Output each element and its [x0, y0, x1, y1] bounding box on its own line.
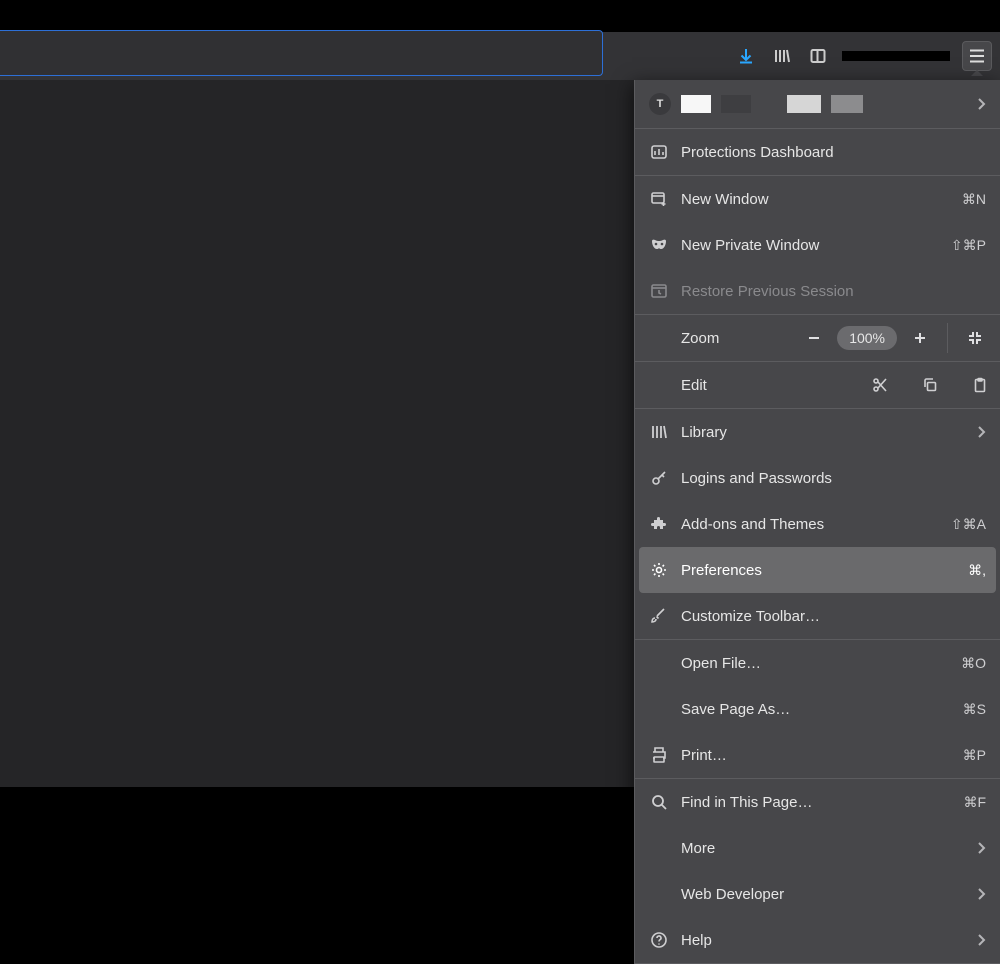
printer-icon	[649, 745, 669, 765]
menu-label: Protections Dashboard	[681, 144, 986, 161]
account-email-redacted	[787, 95, 821, 113]
sidebar-button[interactable]	[806, 44, 830, 68]
menu-label: Help	[681, 932, 969, 949]
menu-open-file[interactable]: Open File… ⌘O	[635, 640, 1000, 686]
clipboard-icon	[972, 377, 988, 393]
sidebar-icon	[809, 47, 827, 65]
titlebar-region	[0, 0, 1000, 32]
chevron-right-icon	[977, 97, 986, 111]
menu-label: Restore Previous Session	[681, 283, 986, 300]
hamburger-icon	[969, 49, 985, 63]
zoom-in-button[interactable]	[905, 323, 935, 353]
menu-label: Preferences	[681, 562, 960, 579]
zoom-label: Zoom	[681, 330, 791, 347]
menu-library[interactable]: Library	[635, 409, 1000, 455]
menu-help[interactable]: Help	[635, 917, 1000, 963]
app-menu-button[interactable]	[962, 41, 992, 71]
menu-shortcut: ⌘O	[961, 655, 986, 672]
paintbrush-icon	[649, 606, 669, 626]
chevron-right-icon	[977, 887, 986, 901]
account-email-redacted	[831, 95, 863, 113]
account-avatar: T	[649, 93, 671, 115]
help-icon	[649, 930, 669, 950]
submenu-chevron	[977, 841, 986, 855]
menu-label: Save Page As…	[681, 701, 955, 718]
menu-shortcut: ⌘,	[968, 562, 986, 579]
menu-new-window[interactable]: New Window ⌘N	[635, 176, 1000, 222]
menu-edit-row: Edit	[635, 362, 1000, 408]
restore-icon	[649, 281, 669, 301]
chevron-right-icon	[977, 841, 986, 855]
window-plus-icon	[649, 189, 669, 209]
extension-area-placeholder	[842, 51, 950, 61]
search-icon	[649, 792, 669, 812]
menu-shortcut: ⌘P	[963, 747, 986, 764]
menu-label: Web Developer	[681, 886, 969, 903]
menu-web-developer[interactable]: Web Developer	[635, 871, 1000, 917]
menu-label: Customize Toolbar…	[681, 608, 986, 625]
menu-shortcut: ⇧⌘P	[951, 237, 986, 254]
submenu-chevron	[977, 887, 986, 901]
menu-shortcut: ⌘F	[963, 794, 986, 811]
chevron-right-icon	[977, 425, 986, 439]
menu-shortcut: ⌘N	[962, 191, 986, 208]
menu-find-in-page[interactable]: Find in This Page… ⌘F	[635, 779, 1000, 825]
account-name-redacted	[721, 95, 751, 113]
cut-button[interactable]	[870, 375, 890, 395]
menu-more[interactable]: More	[635, 825, 1000, 871]
app-menu-panel: T Protections Dashboard New Window ⌘N Ne…	[634, 80, 1000, 964]
key-icon	[649, 468, 669, 488]
zoom-divider	[947, 323, 948, 353]
menu-label: Logins and Passwords	[681, 470, 986, 487]
menu-new-private-window[interactable]: New Private Window ⇧⌘P	[635, 222, 1000, 268]
copy-icon	[922, 377, 938, 393]
menu-print[interactable]: Print… ⌘P	[635, 732, 1000, 778]
menu-label: More	[681, 840, 969, 857]
zoom-out-button[interactable]	[799, 323, 829, 353]
menu-shortcut: ⇧⌘A	[951, 516, 986, 533]
account-chevron	[977, 97, 986, 111]
fullscreen-contract-icon	[967, 330, 983, 346]
library-icon	[773, 47, 791, 65]
menu-save-page-as[interactable]: Save Page As… ⌘S	[635, 686, 1000, 732]
paste-button[interactable]	[970, 375, 990, 395]
library-icon	[649, 422, 669, 442]
menu-shortcut: ⌘S	[963, 701, 986, 718]
dashboard-icon	[649, 142, 669, 162]
gear-icon	[649, 560, 669, 580]
url-bar[interactable]	[0, 30, 603, 76]
chevron-right-icon	[977, 933, 986, 947]
puzzle-icon	[649, 514, 669, 534]
copy-button[interactable]	[920, 375, 940, 395]
minus-icon	[807, 331, 821, 345]
menu-label: New Window	[681, 191, 954, 208]
firefox-account-row[interactable]: T	[635, 80, 1000, 128]
menu-restore-session: Restore Previous Session	[635, 268, 1000, 314]
library-button[interactable]	[770, 44, 794, 68]
menu-label: Open File…	[681, 655, 953, 672]
menu-addons-themes[interactable]: Add-ons and Themes ⇧⌘A	[635, 501, 1000, 547]
menu-customize-toolbar[interactable]: Customize Toolbar…	[635, 593, 1000, 639]
submenu-chevron	[977, 425, 986, 439]
menu-logins-passwords[interactable]: Logins and Passwords	[635, 455, 1000, 501]
menu-label: Library	[681, 424, 969, 441]
menu-label: Print…	[681, 747, 955, 764]
zoom-reset-button[interactable]: 100%	[837, 326, 897, 350]
mask-icon	[649, 235, 669, 255]
menu-protections-dashboard[interactable]: Protections Dashboard	[635, 129, 1000, 175]
menu-label: Add-ons and Themes	[681, 516, 943, 533]
scissors-icon	[872, 377, 888, 393]
edit-label: Edit	[681, 377, 870, 394]
submenu-chevron	[977, 933, 986, 947]
download-arrow-icon	[737, 47, 755, 65]
menu-label: New Private Window	[681, 237, 943, 254]
fullscreen-button[interactable]	[960, 323, 990, 353]
menu-zoom-row: Zoom 100%	[635, 315, 1000, 361]
menu-preferences[interactable]: Preferences ⌘,	[639, 547, 996, 593]
menu-label: Find in This Page…	[681, 794, 955, 811]
downloads-button[interactable]	[734, 44, 758, 68]
plus-icon	[913, 331, 927, 345]
account-name-redacted	[681, 95, 711, 113]
